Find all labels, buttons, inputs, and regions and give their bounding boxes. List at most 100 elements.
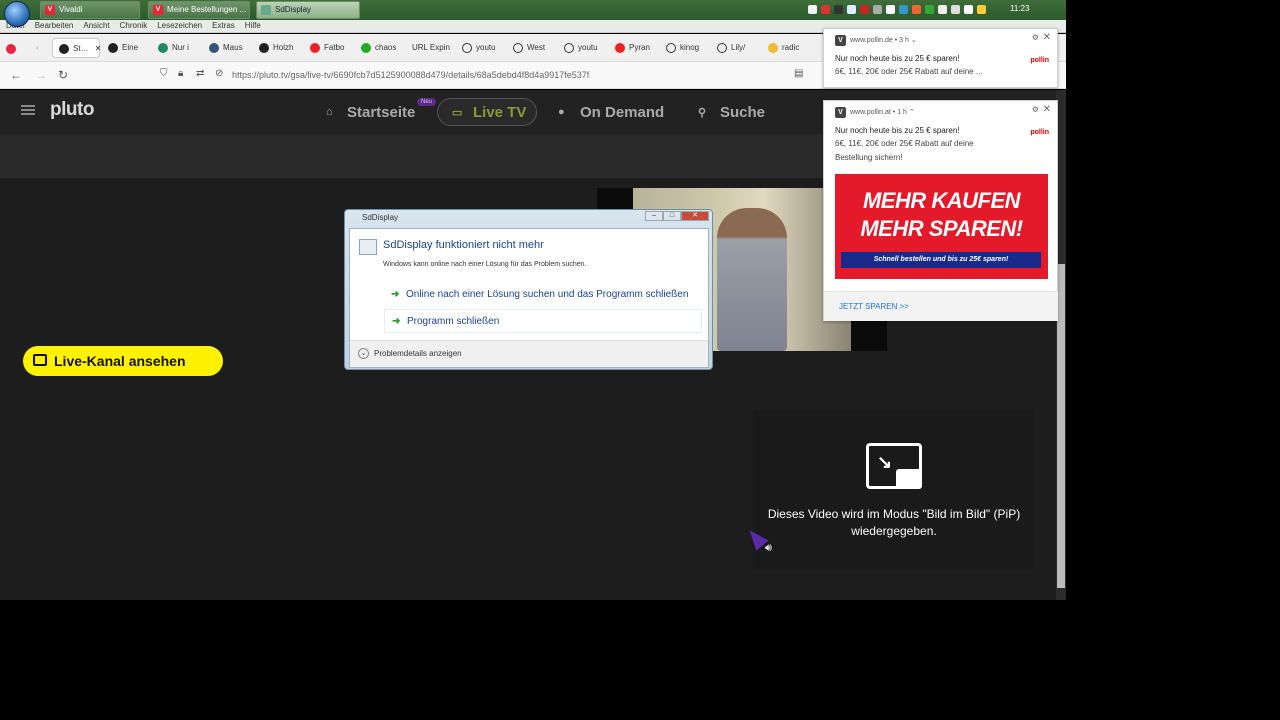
dialog-body: SdDisplay funktioniert nicht mehr Window… (349, 228, 709, 368)
minimize-button[interactable]: – (645, 211, 663, 221)
tab[interactable]: Fatbo (310, 38, 344, 58)
tray-icon[interactable] (886, 5, 895, 14)
tray-icon[interactable] (873, 5, 882, 14)
tab-label: kinog (680, 43, 700, 52)
nav-home[interactable]: Startseite (347, 104, 415, 121)
menu-bookmarks[interactable]: Lesezeichen (157, 20, 202, 32)
tab[interactable]: Lily/ (717, 38, 745, 58)
tab-label: Lily/ (731, 43, 746, 52)
back-icon[interactable]: ← (10, 68, 22, 82)
notification-text: 6€, 11€, 20€ oder 25€ Rabatt auf deine B… (835, 139, 974, 162)
menu-view[interactable]: Ansicht (83, 20, 109, 32)
vivaldi-icon: V (835, 107, 846, 118)
pluto-logo[interactable]: pluto (50, 99, 94, 121)
tab[interactable]: Pyran (615, 38, 650, 58)
forward-icon[interactable]: → (35, 68, 47, 82)
pollin-logo: pollin (1030, 57, 1049, 64)
reader-icon[interactable]: ▤ (794, 68, 803, 79)
tv-icon: ▭ (452, 107, 463, 119)
gear-icon[interactable]: ⚙ (1032, 105, 1039, 114)
tray-icon[interactable] (808, 5, 817, 14)
program-icon (359, 239, 377, 255)
tray-icon[interactable] (834, 5, 843, 14)
tab[interactable]: radic (768, 38, 799, 58)
taskbar: V Vivaldi V Meine Bestellungen ... SdDispl… (0, 0, 1066, 27)
arrow-icon: ➜ (391, 289, 400, 300)
lock-icon[interactable]: 🔒︎ (178, 68, 183, 79)
shield-icon[interactable]: ⛉ (160, 68, 168, 79)
tray-icon[interactable] (847, 5, 856, 14)
tray-icon[interactable] (912, 5, 921, 14)
tray-icon[interactable] (860, 5, 869, 14)
taskbar-task-vivaldi[interactable]: V Vivaldi (40, 1, 140, 19)
tab[interactable]: URL Expin (412, 38, 450, 58)
start-button[interactable] (4, 1, 30, 27)
tab-label: radic (782, 43, 800, 52)
tray-icon[interactable] (964, 5, 973, 14)
tray-icon[interactable] (951, 5, 960, 14)
notification-pollin-de[interactable]: V www.pollin.de • 3 h ⌄ ⚙ ✕ Nur noch heu… (823, 28, 1058, 88)
url-field[interactable]: https://pluto.tv/gsa/live-tv/6690fcb7d51… (232, 70, 589, 80)
maximize-button[interactable]: □ (663, 211, 681, 221)
tab[interactable]: Eine (108, 38, 138, 58)
scrollbar-thumb[interactable] (1057, 264, 1065, 588)
tab[interactable]: Holzh (259, 38, 293, 58)
menu-edit[interactable]: Bearbeiten (35, 20, 74, 32)
notification-pollin-at[interactable]: V www.pollin.at • 1 h ⌃ ⚙ ✕ Nur noch heu… (823, 100, 1058, 321)
tab[interactable]: youtu (462, 38, 496, 58)
taskbar-task-orders[interactable]: V Meine Bestellungen ... (148, 1, 250, 19)
vivaldi-icon: V (835, 35, 846, 46)
nav-live[interactable]: Live TV (473, 104, 526, 121)
tray-icon[interactable] (925, 5, 934, 14)
close-icon[interactable]: ✕ (1043, 104, 1051, 115)
taskbar-task-sddisplay[interactable]: SdDisplay (256, 1, 360, 19)
tab[interactable]: youtu (564, 38, 598, 58)
gear-icon[interactable]: ⚙ (1032, 33, 1039, 42)
cta-button[interactable]: JETZT SPAREN >> (824, 291, 1058, 321)
vivaldi-icon: V (45, 5, 55, 15)
vivaldi-icon: V (153, 5, 163, 15)
menu-help[interactable]: Hilfe (245, 20, 261, 32)
pip-placeholder: ↘ Dieses Video wird im Modus "Bild im Bi… (754, 409, 1034, 569)
dialog-title: SdDisplay (362, 213, 399, 222)
tray-icon[interactable] (977, 5, 986, 14)
tab-label: St… (73, 44, 89, 53)
watch-live-button[interactable]: Live-Kanal ansehen (23, 346, 223, 376)
tray-icon[interactable] (821, 5, 830, 14)
nav-on-demand[interactable]: On Demand (580, 104, 664, 121)
notification-title: Nur noch heute bis zu 25 € sparen! (835, 126, 960, 135)
banner-line-1: MEHR KAUFEN (862, 188, 1021, 213)
tray-icon[interactable] (899, 5, 908, 14)
close-program-option[interactable]: ➜ Programm schließen (384, 309, 702, 333)
notification-site: www.pollin.at • 1 h ⌃ (850, 109, 915, 116)
system-tray (808, 3, 986, 17)
tab-active-pluto[interactable]: St… ✕ (52, 38, 102, 58)
promo-banner[interactable]: MEHR KAUFEN MEHR SPAREN! Schnell bestell… (835, 174, 1048, 279)
tab[interactable]: chaos (361, 38, 396, 58)
tracking-icon[interactable]: ⊘ (215, 68, 223, 79)
error-dialog: SdDisplay – □ ✕ SdDisplay funktioniert n… (344, 209, 713, 370)
tray-icon[interactable] (938, 5, 947, 14)
menu-history[interactable]: Chronik (120, 20, 148, 32)
menu-icon[interactable] (21, 105, 35, 115)
tab-scroll-left[interactable]: ‹ (36, 38, 39, 58)
close-icon[interactable]: ✕ (1043, 32, 1051, 43)
tab[interactable]: Nur i (158, 38, 189, 58)
volume-icon[interactable]: 🔊︎ (765, 542, 772, 555)
close-button[interactable]: ✕ (681, 211, 709, 221)
firefox-icon[interactable] (6, 39, 20, 59)
nav-search[interactable]: Suche (720, 104, 765, 121)
permissions-icon[interactable]: ⇄ (196, 68, 204, 79)
tab[interactable]: kinog (666, 38, 699, 58)
tab[interactable]: West (513, 38, 545, 58)
menu-tools[interactable]: Extras (212, 20, 235, 32)
task-label: Vivaldi (59, 5, 83, 14)
tab[interactable]: Maus (209, 38, 243, 58)
pollin-logo: pollin (1030, 129, 1049, 136)
tab-label: Maus (223, 43, 243, 52)
details-toggle[interactable]: ⌄ Problemdetails anzeigen (350, 340, 708, 367)
search-online-option[interactable]: ➜ Online nach einer Lösung suchen und das… (384, 283, 702, 307)
reload-icon[interactable]: ↻ (58, 68, 68, 82)
pip-message: Dieses Video wird im Modus "Bild im Bild… (767, 507, 1021, 538)
close-icon[interactable]: ✕ (95, 44, 102, 53)
